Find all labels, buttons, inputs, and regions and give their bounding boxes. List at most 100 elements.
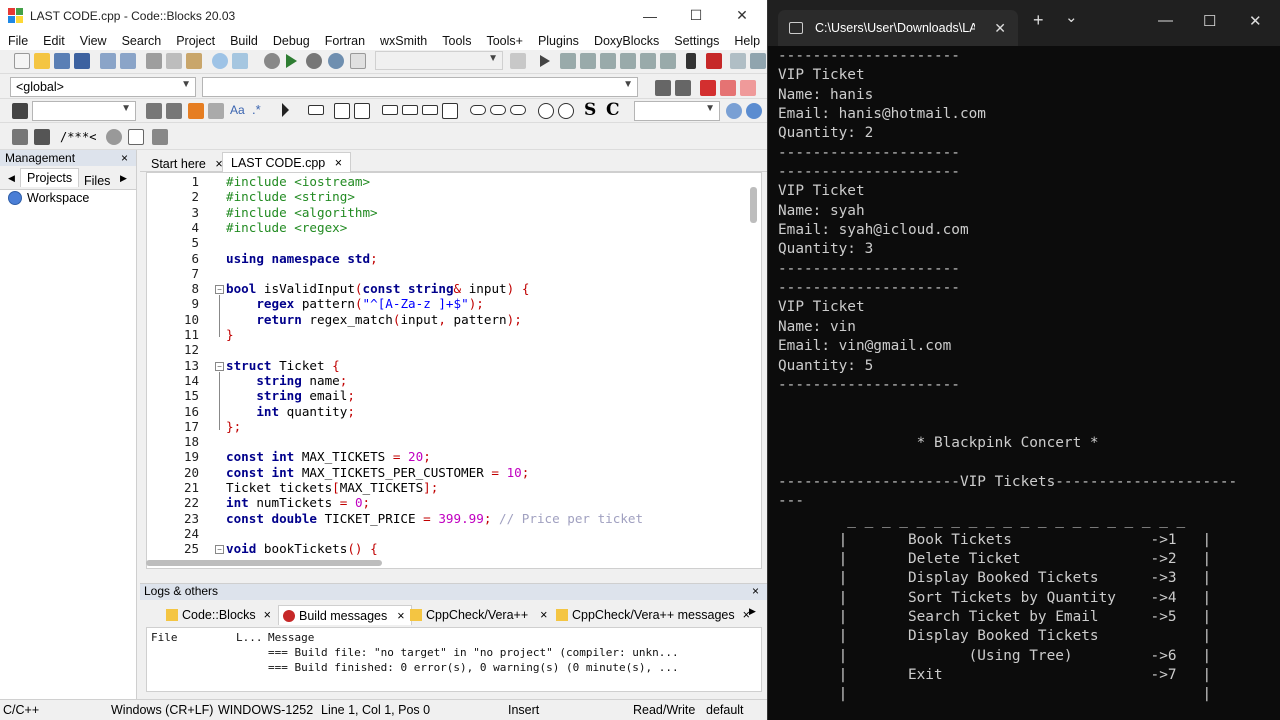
tab-close-button[interactable]: ×: [335, 156, 342, 170]
search-icon[interactable]: [726, 103, 742, 119]
run-icon[interactable]: [286, 54, 297, 68]
redo-icon[interactable]: [120, 53, 136, 69]
tab-cppcheck-vera[interactable]: CppCheck/Vera++ ×: [406, 605, 547, 625]
if-block-icon[interactable]: [334, 103, 350, 119]
close-button[interactable]: ✕: [719, 0, 765, 31]
workspace-tree-item[interactable]: Workspace: [8, 191, 89, 205]
source-c-icon[interactable]: C: [606, 100, 620, 120]
tab-close-button[interactable]: ×: [397, 609, 404, 623]
menu-plugins[interactable]: Plugins: [530, 34, 586, 48]
search-previous-icon[interactable]: [146, 103, 162, 119]
highlight-icon[interactable]: [188, 103, 204, 119]
block-icon[interactable]: [308, 105, 324, 115]
menu-edit[interactable]: Edit: [35, 34, 72, 48]
search-settings-icon[interactable]: [746, 103, 762, 119]
tab-close-button[interactable]: ×: [264, 608, 271, 622]
menu-settings[interactable]: Settings: [666, 34, 726, 48]
terminal-tab[interactable]: C:\Users\User\Downloads\LA ✕: [778, 10, 1018, 46]
do-while-icon[interactable]: [422, 105, 438, 115]
run-to-cursor-icon[interactable]: [560, 53, 576, 69]
zoom-in-icon[interactable]: [538, 103, 554, 119]
menu-tools-plus[interactable]: Tools+: [478, 34, 529, 48]
code-editor[interactable]: 1 2 3 4 5 6 7 8 9 10 11 12 13 14 15 16 1…: [146, 172, 762, 569]
terminal-maximize-button[interactable]: ☐: [1203, 12, 1216, 30]
tab-start-here[interactable]: Start here ×: [142, 153, 232, 173]
pause-icon[interactable]: [686, 53, 696, 69]
match-case-icon[interactable]: Aa: [230, 103, 245, 117]
menu-debug[interactable]: Debug: [265, 34, 317, 48]
tab-cppcheck-vera-messages[interactable]: CppCheck/Vera++ messages ×: [552, 605, 750, 625]
fold-marker-icon[interactable]: −: [215, 545, 224, 554]
tab-scroll-right-icon[interactable]: ▶: [120, 173, 127, 184]
tab-close-button[interactable]: ×: [540, 608, 547, 622]
fold-marker-icon[interactable]: −: [215, 362, 224, 371]
line-comment-button[interactable]: *<: [82, 130, 96, 144]
copy-icon[interactable]: [166, 53, 182, 69]
function-select[interactable]: ▼: [202, 77, 638, 97]
search-next-icon[interactable]: [166, 103, 182, 119]
menu-help[interactable]: Help: [726, 34, 767, 48]
jump-back-icon[interactable]: [655, 80, 671, 96]
regex-icon[interactable]: .*: [252, 102, 261, 117]
next-bookmark-icon[interactable]: [740, 80, 756, 96]
abort-icon[interactable]: [350, 53, 366, 69]
extract-docs-icon[interactable]: [34, 129, 50, 145]
run-chm-icon[interactable]: [128, 129, 144, 145]
continue-icon[interactable]: [490, 105, 506, 115]
terminal-close-button[interactable]: ✕: [1249, 12, 1262, 30]
menu-search[interactable]: Search: [114, 34, 169, 48]
fold-marker-icon[interactable]: −: [215, 285, 224, 294]
menu-tools[interactable]: Tools: [434, 34, 478, 48]
doxywizard-icon[interactable]: [12, 129, 28, 145]
instruction-icon[interactable]: [442, 103, 458, 119]
editor-vertical-scrollbar[interactable]: [750, 187, 757, 223]
menu-wxsmith[interactable]: wxSmith: [372, 34, 434, 48]
step-out-icon[interactable]: [620, 53, 636, 69]
new-tab-button[interactable]: +: [1033, 10, 1044, 31]
for-loop-icon[interactable]: [382, 105, 398, 115]
menu-view[interactable]: View: [72, 34, 114, 48]
step-into-icon[interactable]: [600, 53, 616, 69]
return-icon[interactable]: [510, 105, 526, 115]
build-and-run-icon[interactable]: [306, 53, 322, 69]
stop-debug-icon[interactable]: [706, 53, 722, 69]
select-pointer-icon[interactable]: [282, 103, 289, 117]
run-html-icon[interactable]: [106, 129, 122, 145]
maximize-button[interactable]: ☐: [673, 0, 719, 31]
find-icon[interactable]: [212, 53, 228, 69]
open-file-icon[interactable]: [34, 53, 50, 69]
menu-build[interactable]: Build: [222, 34, 265, 48]
tab-scroll-left-icon[interactable]: ◀: [8, 173, 15, 184]
symbol-select[interactable]: ▼: [634, 101, 720, 121]
selected-text-only-icon[interactable]: [208, 103, 224, 119]
target-options-icon[interactable]: [510, 53, 526, 69]
management-close-button[interactable]: ×: [121, 150, 128, 166]
debug-windows-icon[interactable]: [730, 53, 746, 69]
scope-select[interactable]: <global> ▼: [10, 77, 196, 97]
tab-build-messages[interactable]: Build messages ×: [278, 605, 412, 625]
new-file-icon[interactable]: [14, 53, 30, 69]
undo-icon[interactable]: [100, 53, 116, 69]
step-instruction-icon[interactable]: [660, 53, 676, 69]
terminal-output[interactable]: --------------------- VIP Ticket Name: han…: [778, 47, 1278, 705]
editor-horizontal-scrollbar[interactable]: [146, 560, 382, 566]
terminal-tab-close-button[interactable]: ✕: [994, 20, 1006, 37]
source-s-icon[interactable]: S: [584, 100, 596, 120]
column-message[interactable]: Message: [268, 631, 314, 644]
column-file[interactable]: File: [151, 631, 178, 644]
debug-info-icon[interactable]: [750, 53, 766, 69]
menu-project[interactable]: Project: [168, 34, 222, 48]
replace-icon[interactable]: [232, 53, 248, 69]
jump-forward-icon[interactable]: [675, 80, 691, 96]
next-instruction-icon[interactable]: [640, 53, 656, 69]
debug-continue-icon[interactable]: [540, 55, 550, 67]
cut-icon[interactable]: [146, 53, 162, 69]
block-comment-button[interactable]: /**: [60, 130, 82, 144]
prev-bookmark-icon[interactable]: [720, 80, 736, 96]
tab-codeblocks-log[interactable]: Code::Blocks ×: [162, 605, 271, 625]
zoom-out-icon[interactable]: [558, 103, 574, 119]
search-input[interactable]: ▼: [32, 101, 136, 121]
build-log-list[interactable]: File L... Message === Build file: "no ta…: [146, 627, 762, 692]
while-loop-icon[interactable]: [402, 105, 418, 115]
build-target-select[interactable]: ▼: [375, 51, 503, 70]
